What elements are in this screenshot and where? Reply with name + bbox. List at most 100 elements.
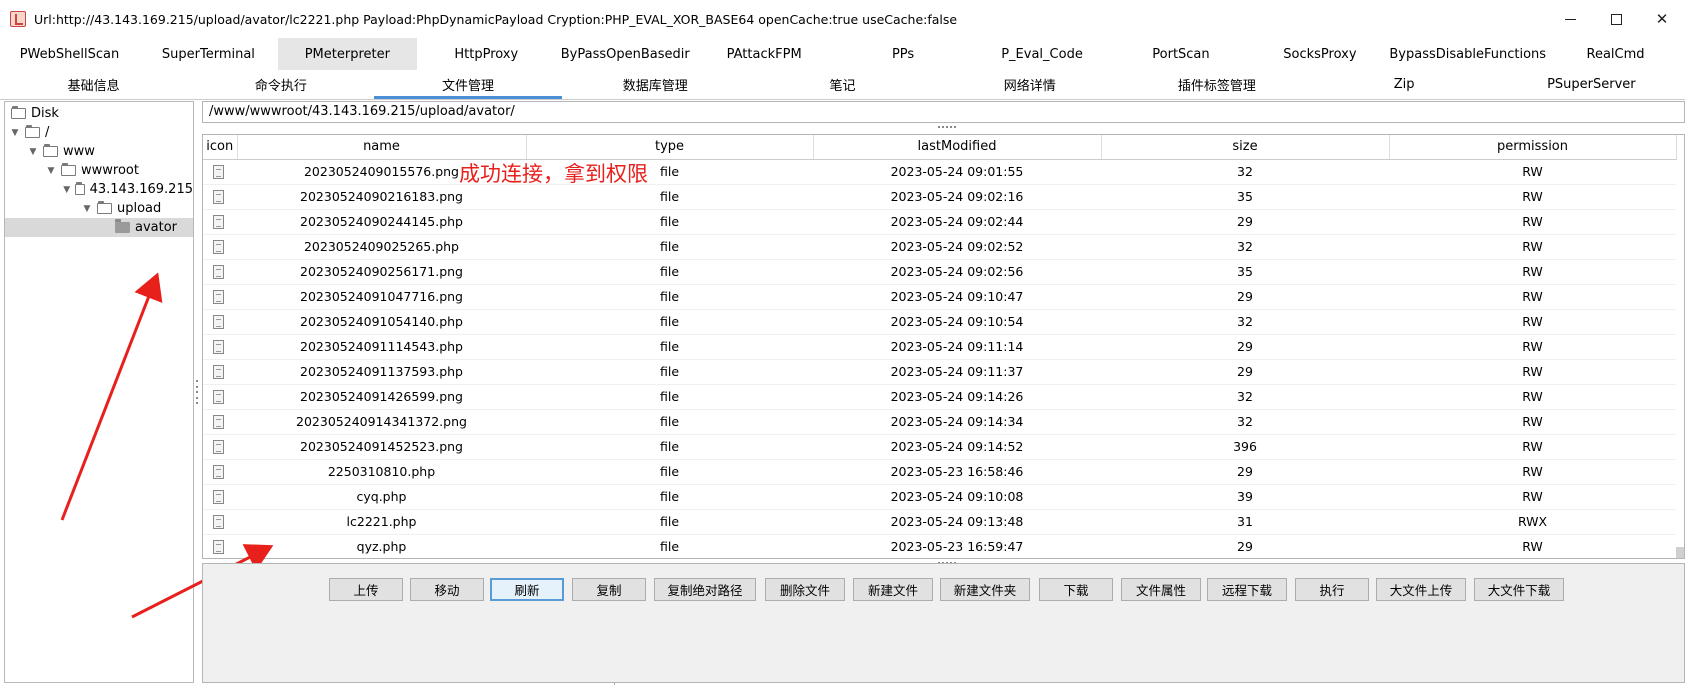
column-header-lastmodified[interactable]: lastModified — [813, 135, 1102, 160]
table-row[interactable]: 20230524091137593.php file 2023-05-24 09:1… — [203, 359, 1676, 385]
tab-pattackfpm[interactable]: PAttackFPM — [695, 38, 834, 70]
tab-socksproxy[interactable]: SocksProxy — [1250, 38, 1389, 70]
tree-node-wwwroot[interactable]: ▼ wwwroot — [5, 161, 193, 180]
tree-node-label: wwwroot — [81, 163, 139, 178]
tab-bypassdisablefunctions[interactable]: BypassDisableFunctions — [1389, 38, 1546, 70]
tab-pwebshellscan[interactable]: PWebShellScan — [0, 38, 139, 70]
column-header-size[interactable]: size — [1101, 135, 1390, 160]
tree-node-host[interactable]: ▼ 43.143.169.215 — [5, 180, 193, 199]
table-row[interactable]: 20230524090256171.png file 2023-05-24 09:0… — [203, 259, 1676, 285]
file-lastmodified: 2023-05-24 09:10:08 — [813, 484, 1101, 510]
maximize-button[interactable] — [1593, 0, 1639, 38]
new-folder-button[interactable]: 新建文件夹 — [940, 578, 1030, 601]
expand-arrow-icon[interactable]: ▼ — [63, 184, 71, 196]
file-name: 20230524091452523.png — [237, 434, 526, 460]
column-header-permission[interactable]: permission — [1389, 135, 1677, 160]
file-icon — [213, 440, 224, 455]
file-type: file — [526, 509, 813, 535]
column-header-name[interactable]: name — [237, 135, 527, 160]
table-row[interactable]: cyq.php file 2023-05-24 09:10:08 39 RW — [203, 484, 1676, 510]
copy-absolute-path-button[interactable]: 复制绝对路径 — [654, 578, 756, 601]
column-header-icon[interactable]: icon — [203, 135, 238, 160]
table-scrollbar[interactable] — [1676, 547, 1684, 558]
table-row[interactable]: 20230524091114543.php file 2023-05-24 09:1… — [203, 334, 1676, 360]
tab-basic-info[interactable]: 基础信息 — [0, 70, 187, 99]
tab-notes[interactable]: 笔记 — [749, 70, 936, 99]
path-input[interactable]: /www/wwwroot/43.143.169.215/upload/avato… — [202, 101, 1685, 123]
close-icon: ✕ — [1655, 10, 1669, 28]
table-row[interactable]: 202305240914341372.png file 2023-05-24 09:… — [203, 409, 1676, 435]
download-button[interactable]: 下载 — [1039, 578, 1113, 601]
expand-arrow-icon[interactable]: ▼ — [81, 203, 93, 215]
file-icon — [213, 515, 224, 530]
expand-arrow-icon[interactable]: ▼ — [9, 127, 21, 139]
tab-file-manager[interactable]: 文件管理 — [374, 70, 562, 99]
file-icon — [213, 265, 224, 280]
file-lastmodified: 2023-05-24 09:10:47 — [813, 284, 1101, 310]
tree-node-www[interactable]: ▼ www — [5, 142, 193, 161]
table-row[interactable]: 20230524091426599.png file 2023-05-24 09:1… — [203, 384, 1676, 410]
file-icon — [213, 340, 224, 355]
tree-node-upload[interactable]: ▼ upload — [5, 199, 193, 218]
tab-pps[interactable]: PPs — [834, 38, 973, 70]
file-size: 29 — [1101, 334, 1389, 360]
remote-download-button[interactable]: 远程下载 — [1207, 578, 1287, 601]
folder-open-icon — [61, 163, 76, 176]
large-file-upload-button[interactable]: 大文件上传 — [1376, 578, 1466, 601]
tab-bypassopenbasedir[interactable]: ByPassOpenBasedir — [556, 38, 695, 70]
tree-node-root[interactable]: ▼ / — [5, 123, 193, 142]
close-button[interactable]: ✕ — [1639, 0, 1685, 38]
file-name: 202305240914341372.png — [237, 409, 526, 435]
file-actions-panel: 上传 移动 刷新 复制 复制绝对路径 删除文件 新建文件 新建文件夹 下载 文件… — [202, 563, 1685, 683]
tab-realcmd[interactable]: RealCmd — [1546, 38, 1685, 70]
table-row[interactable]: qyz.php file 2023-05-23 16:59:47 29 RW — [203, 534, 1676, 558]
horizontal-splitter-handle[interactable] — [938, 126, 956, 130]
file-size: 32 — [1101, 159, 1389, 185]
tab-plugin-tag-manager[interactable]: 插件标签管理 — [1123, 70, 1310, 99]
vertical-splitter-handle[interactable] — [194, 380, 200, 404]
file-properties-button[interactable]: 文件属性 — [1121, 578, 1201, 601]
table-row[interactable]: 20230524091452523.png file 2023-05-24 09:1… — [203, 434, 1676, 460]
new-file-button[interactable]: 新建文件 — [853, 578, 933, 601]
tab-portscan[interactable]: PortScan — [1112, 38, 1251, 70]
file-type: file — [526, 209, 813, 235]
table-row[interactable]: 20230524091054140.php file 2023-05-24 09:1… — [203, 309, 1676, 335]
file-type: file — [526, 384, 813, 410]
minimize-button[interactable] — [1547, 0, 1593, 38]
tab-command-exec[interactable]: 命令执行 — [187, 70, 374, 99]
tab-zip[interactable]: Zip — [1311, 70, 1498, 99]
table-row[interactable]: lc2221.php file 2023-05-24 09:13:48 31 RWX — [203, 509, 1676, 535]
file-type: file — [526, 234, 813, 260]
large-file-download-button[interactable]: 大文件下载 — [1474, 578, 1564, 601]
move-button[interactable]: 移动 — [410, 578, 484, 601]
expand-arrow-icon[interactable]: ▼ — [27, 146, 39, 158]
delete-file-button[interactable]: 删除文件 — [765, 578, 845, 601]
tab-network-details[interactable]: 网络详情 — [936, 70, 1123, 99]
file-name: lc2221.php — [237, 509, 526, 535]
tab-psuperserver[interactable]: PSuperServer — [1498, 70, 1685, 99]
file-name: 20230524090256171.png — [237, 259, 526, 285]
column-header-type[interactable]: type — [526, 135, 814, 160]
table-row[interactable]: 20230524091047716.png file 2023-05-24 09:1… — [203, 284, 1676, 310]
tree-node-label: upload — [117, 201, 162, 216]
tab-httpproxy[interactable]: HttpProxy — [417, 38, 556, 70]
table-row[interactable]: 2023052409015576.png file 2023-05-24 09:01… — [203, 159, 1676, 185]
tab-p-eval-code[interactable]: P_Eval_Code — [973, 38, 1112, 70]
file-lastmodified: 2023-05-24 09:02:16 — [813, 184, 1101, 210]
tree-node-disk[interactable]: Disk — [5, 104, 193, 123]
upload-button[interactable]: 上传 — [329, 578, 403, 601]
tab-pmeterpreter[interactable]: PMeterpreter — [277, 38, 417, 70]
file-lastmodified: 2023-05-24 09:02:52 — [813, 234, 1101, 260]
table-row[interactable]: 20230524090244145.php file 2023-05-24 09:0… — [203, 209, 1676, 235]
refresh-button[interactable]: 刷新 — [490, 578, 564, 601]
tree-node-avator[interactable]: avator — [5, 218, 193, 237]
expand-arrow-icon[interactable]: ▼ — [45, 165, 57, 177]
copy-button[interactable]: 复制 — [572, 578, 646, 601]
table-row[interactable]: 20230524090216183.png file 2023-05-24 09:0… — [203, 184, 1676, 210]
table-row[interactable]: 2250310810.php file 2023-05-23 16:58:46 29 R… — [203, 459, 1676, 485]
execute-button[interactable]: 执行 — [1295, 578, 1369, 601]
table-row[interactable]: 2023052409025265.php file 2023-05-24 09:02… — [203, 234, 1676, 260]
file-icon — [213, 415, 224, 430]
tab-database-manager[interactable]: 数据库管理 — [562, 70, 749, 99]
tab-superterminal[interactable]: SuperTerminal — [139, 38, 278, 70]
